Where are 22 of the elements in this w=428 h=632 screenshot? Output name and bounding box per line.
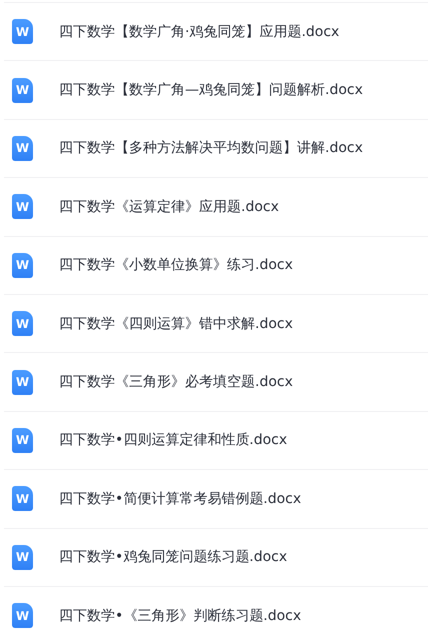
word-document-icon: W: [12, 544, 33, 570]
file-name[interactable]: 四下数学•四则运算定律和性质.docx: [59, 431, 288, 450]
word-document-icon: W: [12, 194, 33, 220]
word-document-icon: W: [12, 486, 33, 512]
word-document-icon: W: [12, 311, 33, 336]
word-document-icon: W: [12, 136, 33, 161]
word-document-icon: W: [12, 603, 33, 628]
file-name[interactable]: 四下数学《运算定律》应用题.docx: [59, 198, 279, 216]
file-name[interactable]: 四下数学【数学广角·鸡兔同笼】应用题.docx: [59, 22, 340, 41]
word-document-icon: W: [12, 370, 33, 395]
word-document-icon: W: [12, 252, 33, 278]
file-name[interactable]: 四下数学•简便计算常考易错例题.docx: [59, 490, 302, 508]
file-name[interactable]: 四下数学•《三角形》判断练习题.docx: [59, 606, 302, 625]
word-document-icon: W: [12, 19, 33, 44]
word-document-icon: W: [12, 428, 33, 453]
file-name[interactable]: 四下数学•鸡兔同笼问题练习题.docx: [59, 548, 288, 566]
word-document-icon: W: [12, 78, 33, 103]
file-name[interactable]: 四下数学《四则运算》错中求解.docx: [59, 314, 293, 333]
file-name[interactable]: 四下数学【多种方法解决平均数问题】讲解.docx: [59, 139, 363, 158]
file-name[interactable]: 四下数学《三角形》必考填空题.docx: [59, 373, 293, 392]
file-name[interactable]: 四下数学【数学广角—鸡兔同笼】问题解析.docx: [59, 81, 363, 100]
file-name[interactable]: 四下数学《小数单位换算》练习.docx: [59, 256, 293, 274]
